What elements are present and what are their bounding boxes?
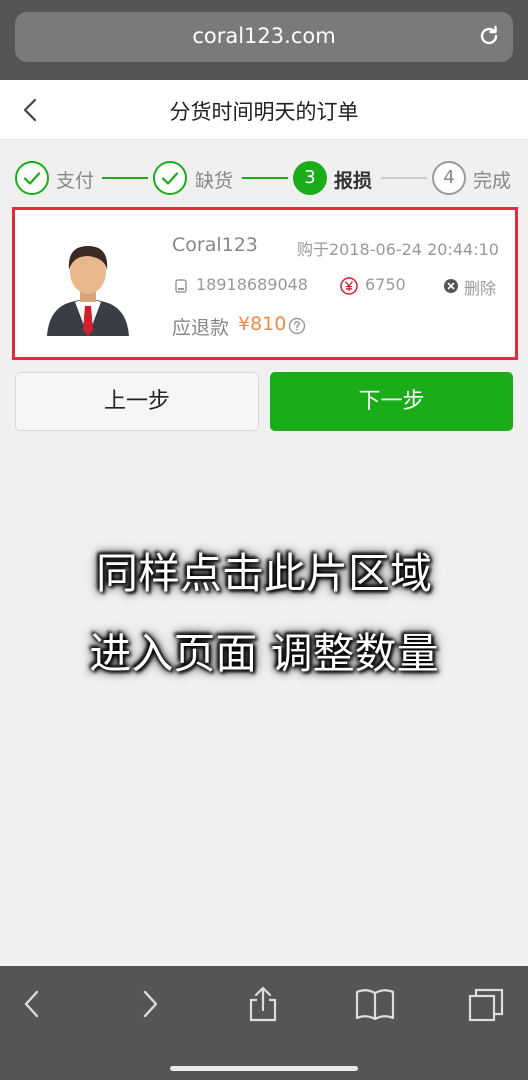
step-progress: 支付 缺货 3 报损 4 完成: [0, 152, 528, 204]
purchase-time: 购于2018-06-24 20:44:10: [297, 240, 499, 259]
browser-toolbar: [0, 966, 528, 1080]
refund-amount: ¥810: [238, 313, 287, 335]
step-connector: [102, 177, 148, 179]
step-4-number: 4: [432, 161, 466, 195]
phone-number: 18918689048: [196, 275, 308, 294]
order-amount: 6750: [365, 275, 406, 294]
order-card[interactable]: Coral123 购于2018-06-24 20:44:10 189186890…: [12, 207, 518, 360]
caption-line-1: 同样点击此片区域: [95, 549, 432, 598]
delete-button[interactable]: 删除: [464, 275, 496, 299]
back-icon[interactable]: [20, 986, 44, 1022]
bookmarks-icon[interactable]: [354, 986, 396, 1022]
home-indicator: [170, 1066, 358, 1071]
page-title: 分货时间明天的订单: [169, 100, 359, 124]
customer-name: Coral123: [172, 234, 258, 256]
caption-line-2: 进入页面 调整数量: [89, 629, 439, 678]
step-1-check-icon: [15, 161, 49, 195]
phone-icon: [175, 279, 187, 293]
url-text[interactable]: coral123.com: [15, 24, 513, 48]
step-3-number: 3: [293, 161, 327, 195]
forward-icon[interactable]: [138, 986, 162, 1022]
step-1-label: 支付: [56, 170, 95, 192]
step-2-label: 缺货: [195, 170, 234, 192]
step-4-label: 完成: [473, 170, 512, 192]
next-step-button[interactable]: 下一步: [270, 372, 513, 431]
refund-label: 应退款: [172, 317, 230, 339]
reload-icon[interactable]: [477, 24, 501, 48]
help-icon[interactable]: [288, 317, 306, 335]
yen-icon: [340, 277, 358, 295]
step-connector: [242, 177, 288, 179]
tabs-icon[interactable]: [466, 986, 506, 1022]
nav-bar: 分货时间明天的订单: [0, 80, 528, 140]
url-bar[interactable]: coral123.com: [15, 12, 513, 62]
share-icon[interactable]: [246, 986, 280, 1022]
delete-icon[interactable]: [443, 278, 459, 294]
prev-step-button[interactable]: 上一步: [15, 372, 259, 431]
step-3-label: 报损: [334, 170, 373, 192]
avatar: [47, 246, 129, 336]
browser-url-area: coral123.com: [0, 0, 528, 80]
step-2-check-icon: [153, 161, 187, 195]
step-connector: [381, 177, 427, 179]
